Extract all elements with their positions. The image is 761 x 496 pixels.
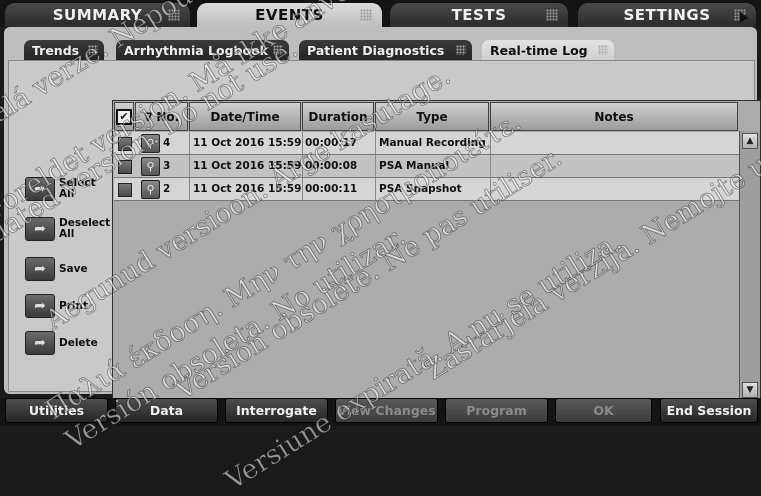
end-session-label: End Session xyxy=(666,403,752,418)
table-row[interactable]: ⚲ 3 11 Oct 2016 15:59 00:00:08 PSA Manua… xyxy=(114,155,739,178)
col-header-type-label: Type xyxy=(416,109,448,124)
row-type: Manual Recording xyxy=(379,137,486,149)
save-button[interactable]: ➦ Save xyxy=(25,257,88,281)
deselect-arrow-icon: ➦ xyxy=(25,217,55,241)
grip-icon xyxy=(456,45,466,55)
tab-events-label: EVENTS xyxy=(255,6,324,24)
col-header-datetime[interactable]: Date/Time xyxy=(189,102,301,131)
row-no: 3 xyxy=(163,160,171,172)
row-type: PSA Manual xyxy=(379,160,450,172)
row-no: 4 xyxy=(163,137,171,149)
row-duration: 00:00:11 xyxy=(305,183,358,195)
bottom-button-bar: Utilities Data Interrogate View Changes … xyxy=(0,398,761,426)
row-checkbox[interactable] xyxy=(118,183,132,197)
top-tab-bar: SUMMARY EVENTS TESTS SETTINGS xyxy=(0,0,761,27)
row-datetime: 11 Oct 2016 15:59 xyxy=(193,137,302,149)
subtab-real-time-log[interactable]: Real-time Log xyxy=(482,40,614,60)
event-detail-icon[interactable]: ⚲ xyxy=(141,134,160,153)
col-header-type[interactable]: Type xyxy=(375,102,489,131)
utilities-button[interactable]: Utilities xyxy=(5,398,108,423)
subtab-arrhythmia-logbook-label: Arrhythmia Logbook xyxy=(124,42,268,58)
tab-tests[interactable]: TESTS xyxy=(390,3,568,27)
event-detail-icon[interactable]: ⚲ xyxy=(141,180,160,199)
col-header-no-label: No. xyxy=(156,109,180,124)
subtab-patient-diagnostics[interactable]: Patient Diagnostics xyxy=(299,40,472,60)
row-duration: 00:00:17 xyxy=(305,137,358,149)
print-arrow-icon: ➦ xyxy=(25,294,55,318)
subtab-trends[interactable]: Trends xyxy=(24,40,104,60)
grip-icon xyxy=(360,9,372,21)
deselect-all-label: Deselect All xyxy=(59,217,111,240)
save-arrow-icon: ➦ xyxy=(25,257,55,281)
interrogate-button[interactable]: Interrogate xyxy=(225,398,328,423)
tab-events[interactable]: EVENTS xyxy=(197,3,382,27)
end-session-button[interactable]: End Session xyxy=(660,398,758,423)
row-type: PSA Snapshot xyxy=(379,183,462,195)
check-icon: ✔ xyxy=(116,108,132,125)
table-row[interactable]: ⚲ 4 11 Oct 2016 15:59 00:00:17 Manual Re… xyxy=(114,132,739,155)
row-checkbox[interactable] xyxy=(118,137,132,151)
data-label: Data xyxy=(149,403,184,418)
ok-button[interactable]: OK xyxy=(555,398,652,423)
grip-icon xyxy=(168,9,180,21)
col-header-no[interactable]: ∇ No. xyxy=(135,102,188,131)
tab-summary-label: SUMMARY xyxy=(52,6,143,24)
print-label: Print xyxy=(59,299,88,312)
tab-settings[interactable]: SETTINGS xyxy=(578,3,756,27)
tab-tests-label: TESTS xyxy=(451,6,507,24)
save-label: Save xyxy=(59,262,88,275)
select-all-label: Select All xyxy=(59,177,96,200)
grip-icon xyxy=(88,45,98,55)
program-button[interactable]: Program xyxy=(445,398,548,423)
view-changes-button[interactable]: View Changes xyxy=(335,398,438,423)
grip-icon xyxy=(273,45,283,55)
col-header-notes-label: Notes xyxy=(594,109,634,124)
event-detail-icon[interactable]: ⚲ xyxy=(141,157,160,176)
row-datetime: 11 Oct 2016 15:59 xyxy=(193,160,302,172)
col-header-datetime-label: Date/Time xyxy=(210,109,280,124)
subtab-real-time-log-label: Real-time Log xyxy=(490,42,588,58)
log-table: ✔ ∇ No. Date/Time Duration Type Notes ⚲ xyxy=(112,100,761,401)
row-checkbox[interactable] xyxy=(118,160,132,174)
table-row[interactable]: ⚲ 2 11 Oct 2016 15:59 00:00:11 PSA Snaps… xyxy=(114,178,739,201)
interrogate-label: Interrogate xyxy=(236,403,317,418)
col-header-duration[interactable]: Duration xyxy=(302,102,374,131)
main-panel: Trends Arrhythmia Logbook Patient Diagno… xyxy=(4,27,761,401)
subtab-trends-label: Trends xyxy=(32,42,80,58)
delete-label: Delete xyxy=(59,336,98,349)
view-changes-label: View Changes xyxy=(337,403,436,418)
scroll-up-icon[interactable]: ▲ xyxy=(742,133,758,149)
row-no: 2 xyxy=(163,183,171,195)
col-header-notes[interactable]: Notes xyxy=(490,102,738,131)
sort-down-icon: ∇ xyxy=(144,109,153,124)
scroll-down-icon[interactable]: ▼ xyxy=(742,382,758,398)
utilities-label: Utilities xyxy=(28,403,85,418)
print-button[interactable]: ➦ Print xyxy=(25,294,88,318)
select-arrow-icon: ➦ xyxy=(25,177,55,201)
table-scrollbar[interactable]: ▲ ▼ xyxy=(739,131,760,400)
col-header-duration-label: Duration xyxy=(308,109,368,124)
subtab-arrhythmia-logbook[interactable]: Arrhythmia Logbook xyxy=(116,40,289,60)
select-all-button[interactable]: ➦ Select All xyxy=(25,177,99,201)
tab-settings-label: SETTINGS xyxy=(623,6,711,24)
delete-button[interactable]: ➦ Delete xyxy=(25,331,98,355)
grip-icon xyxy=(546,9,558,21)
log-content: ➦ Select All ➦ Deselect All ➦ Save ➦ Pri… xyxy=(8,60,761,401)
tab-summary[interactable]: SUMMARY xyxy=(5,3,190,27)
ok-label: OK xyxy=(593,403,614,418)
row-duration: 00:00:08 xyxy=(305,160,358,172)
delete-arrow-icon: ➦ xyxy=(25,331,55,355)
row-datetime: 11 Oct 2016 15:59 xyxy=(193,183,302,195)
select-all-checkbox[interactable]: ✔ xyxy=(114,102,134,131)
program-label: Program xyxy=(466,403,527,418)
data-button[interactable]: Data xyxy=(115,398,218,423)
deselect-all-button[interactable]: ➦ Deselect All xyxy=(25,217,111,241)
subtab-patient-diagnostics-label: Patient Diagnostics xyxy=(307,42,445,58)
grip-icon xyxy=(598,45,608,55)
